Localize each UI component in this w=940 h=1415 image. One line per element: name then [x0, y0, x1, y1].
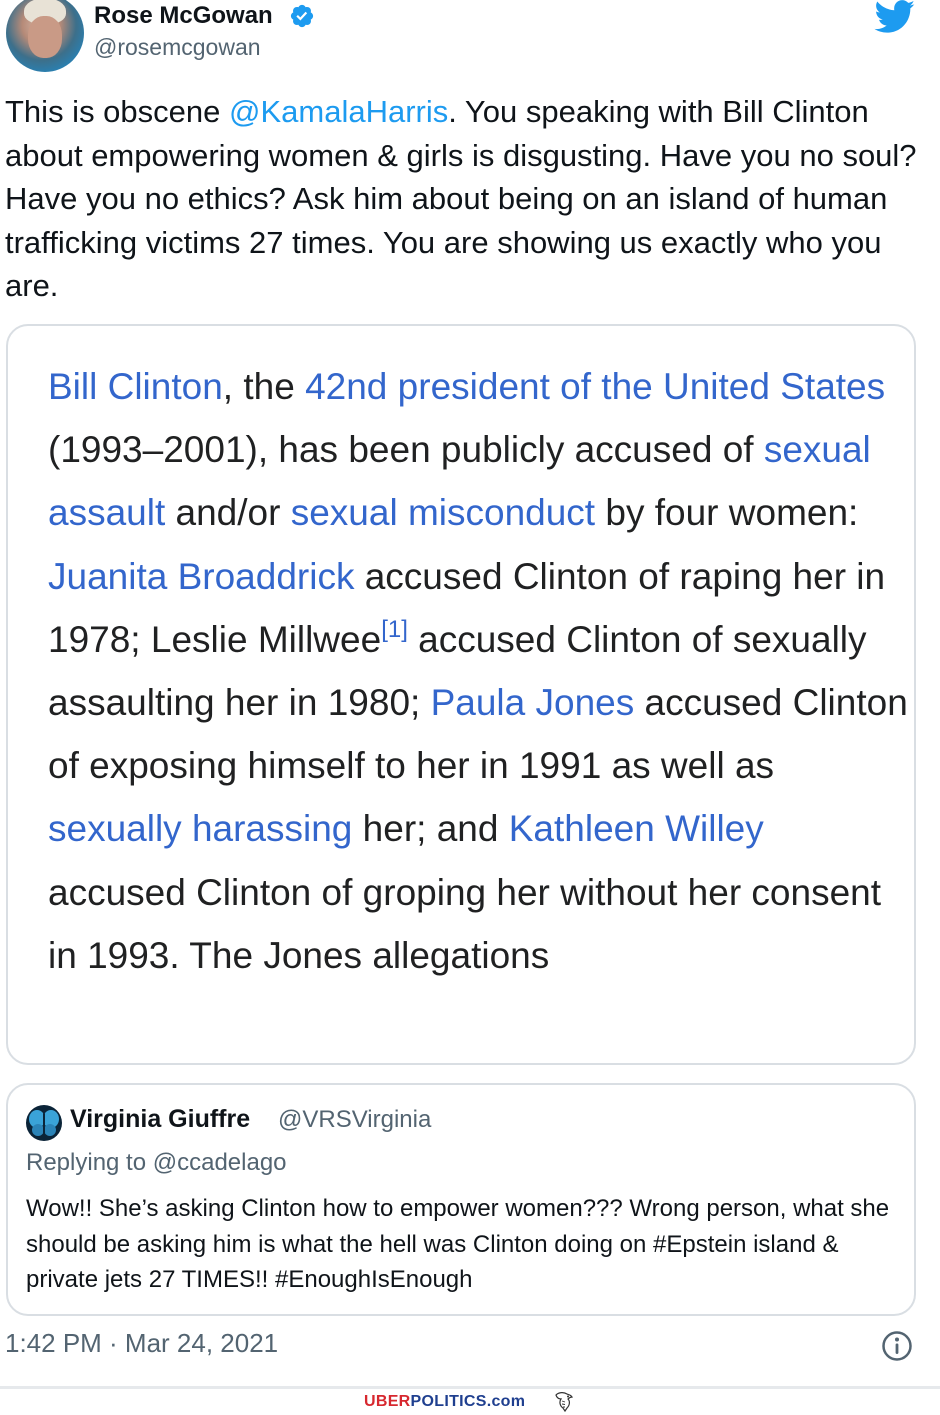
- tweet-container: Rose McGowan @rosemcgowan This is obscen…: [0, 0, 940, 1388]
- wiki-link-sexual-misconduct: sexual misconduct: [290, 492, 596, 534]
- eagle-icon: [555, 1392, 573, 1413]
- wiki-text-segment: by four women:: [595, 492, 859, 534]
- tweet-timestamp[interactable]: 1:42 PM · Mar 24, 2021: [5, 1328, 278, 1359]
- verified-badge-icon: [290, 4, 314, 28]
- wiki-link-bill-clinton: Bill Clinton: [48, 366, 223, 407]
- watermark-text: UBERPOLITICS.com: [364, 1393, 525, 1411]
- mention-link[interactable]: @KamalaHarris: [229, 94, 448, 129]
- author-handle[interactable]: @rosemcgowan: [94, 34, 261, 61]
- quoted-tweet-text: Wow!! She’s asking Clinton how to empowe…: [26, 1195, 890, 1293]
- wikipedia-excerpt-image[interactable]: Bill Clinton, the 42nd president of the …: [6, 324, 916, 1065]
- avatar-face: [28, 16, 62, 58]
- wiki-link-juanita-broaddrick: Juanita Broaddrick: [48, 555, 355, 597]
- tweet-text-start: This is obscene: [5, 94, 229, 129]
- quoted-author-name[interactable]: Virginia Giuffre: [70, 1105, 250, 1134]
- tweet-text: This is obscene @KamalaHarris. You speak…: [5, 90, 925, 308]
- watermark: UBERPOLITICS.com: [0, 1389, 940, 1415]
- wiki-link-paula-jones: Paula Jones: [430, 682, 635, 724]
- wiki-link-42nd-president: 42nd president of the United States: [305, 366, 886, 407]
- author-name[interactable]: Rose McGowan: [94, 2, 273, 30]
- info-icon[interactable]: [881, 1330, 913, 1362]
- wiki-text-segment: and/or: [165, 492, 291, 534]
- watermark-politics: POLITICS: [410, 1393, 487, 1410]
- author-avatar[interactable]: [6, 0, 84, 72]
- wikipedia-excerpt-text: Bill Clinton, the 42nd president of the …: [48, 355, 908, 987]
- wiki-link-kathleen-willey: Kathleen Willey: [508, 808, 764, 850]
- quoted-tweet[interactable]: Virginia Giuffre @VRSVirginia Replying t…: [6, 1083, 916, 1316]
- wiki-text-segment: her; and: [352, 808, 509, 850]
- wiki-text-segment: (1993–2001), has been publicly accused o…: [48, 429, 764, 471]
- wiki-text-segment: accused Clinton of groping her without h…: [48, 871, 882, 976]
- quoted-author-avatar[interactable]: [26, 1105, 62, 1141]
- twitter-bird-icon[interactable]: [874, 0, 916, 34]
- wiki-link-sexually-harassing: sexually harassing: [48, 808, 353, 850]
- watermark-com: .com: [486, 1393, 526, 1410]
- replying-to: Replying to @ccadelago: [26, 1149, 287, 1176]
- quoted-author-handle[interactable]: @VRSVirginia: [278, 1106, 431, 1134]
- watermark-uber: UBER: [364, 1393, 411, 1410]
- wiki-text-segment: , the: [222, 366, 306, 407]
- wiki-citation-superscript: [1]: [381, 615, 408, 643]
- butterfly-icon: [29, 1110, 59, 1136]
